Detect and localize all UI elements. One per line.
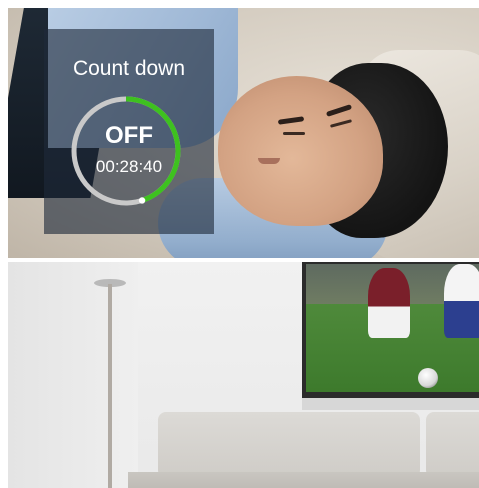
soccer-player-red xyxy=(368,268,410,338)
closed-eye-left xyxy=(283,132,305,135)
soccer-ball xyxy=(418,368,438,388)
sofa-back-cushion-right xyxy=(426,412,479,478)
countdown-timer-overlay: Count down OFF 00:28:40 xyxy=(44,29,214,234)
tv-shadow xyxy=(302,398,479,410)
sofa-base xyxy=(128,472,479,488)
countdown-time: 00:28:40 xyxy=(95,157,163,176)
living-room-photo xyxy=(8,262,479,488)
television-screen-soccer xyxy=(306,264,479,392)
grey-sofa xyxy=(128,412,479,488)
ring-progress-end-marker xyxy=(138,197,146,204)
countdown-state: OFF xyxy=(105,122,153,149)
sofa-back-cushion-left xyxy=(158,412,420,478)
mouth xyxy=(258,158,280,164)
sleeping-man-photo: Count down OFF 00:28:40 xyxy=(8,8,479,258)
soccer-player-white xyxy=(444,264,479,338)
floor-lamp-pole xyxy=(108,284,112,488)
wall-shadow xyxy=(8,262,138,488)
screenshot-frame: Count down OFF 00:28:40 xyxy=(0,0,479,488)
countdown-title: Count down xyxy=(72,57,186,80)
countdown-progress-ring xyxy=(71,96,181,206)
